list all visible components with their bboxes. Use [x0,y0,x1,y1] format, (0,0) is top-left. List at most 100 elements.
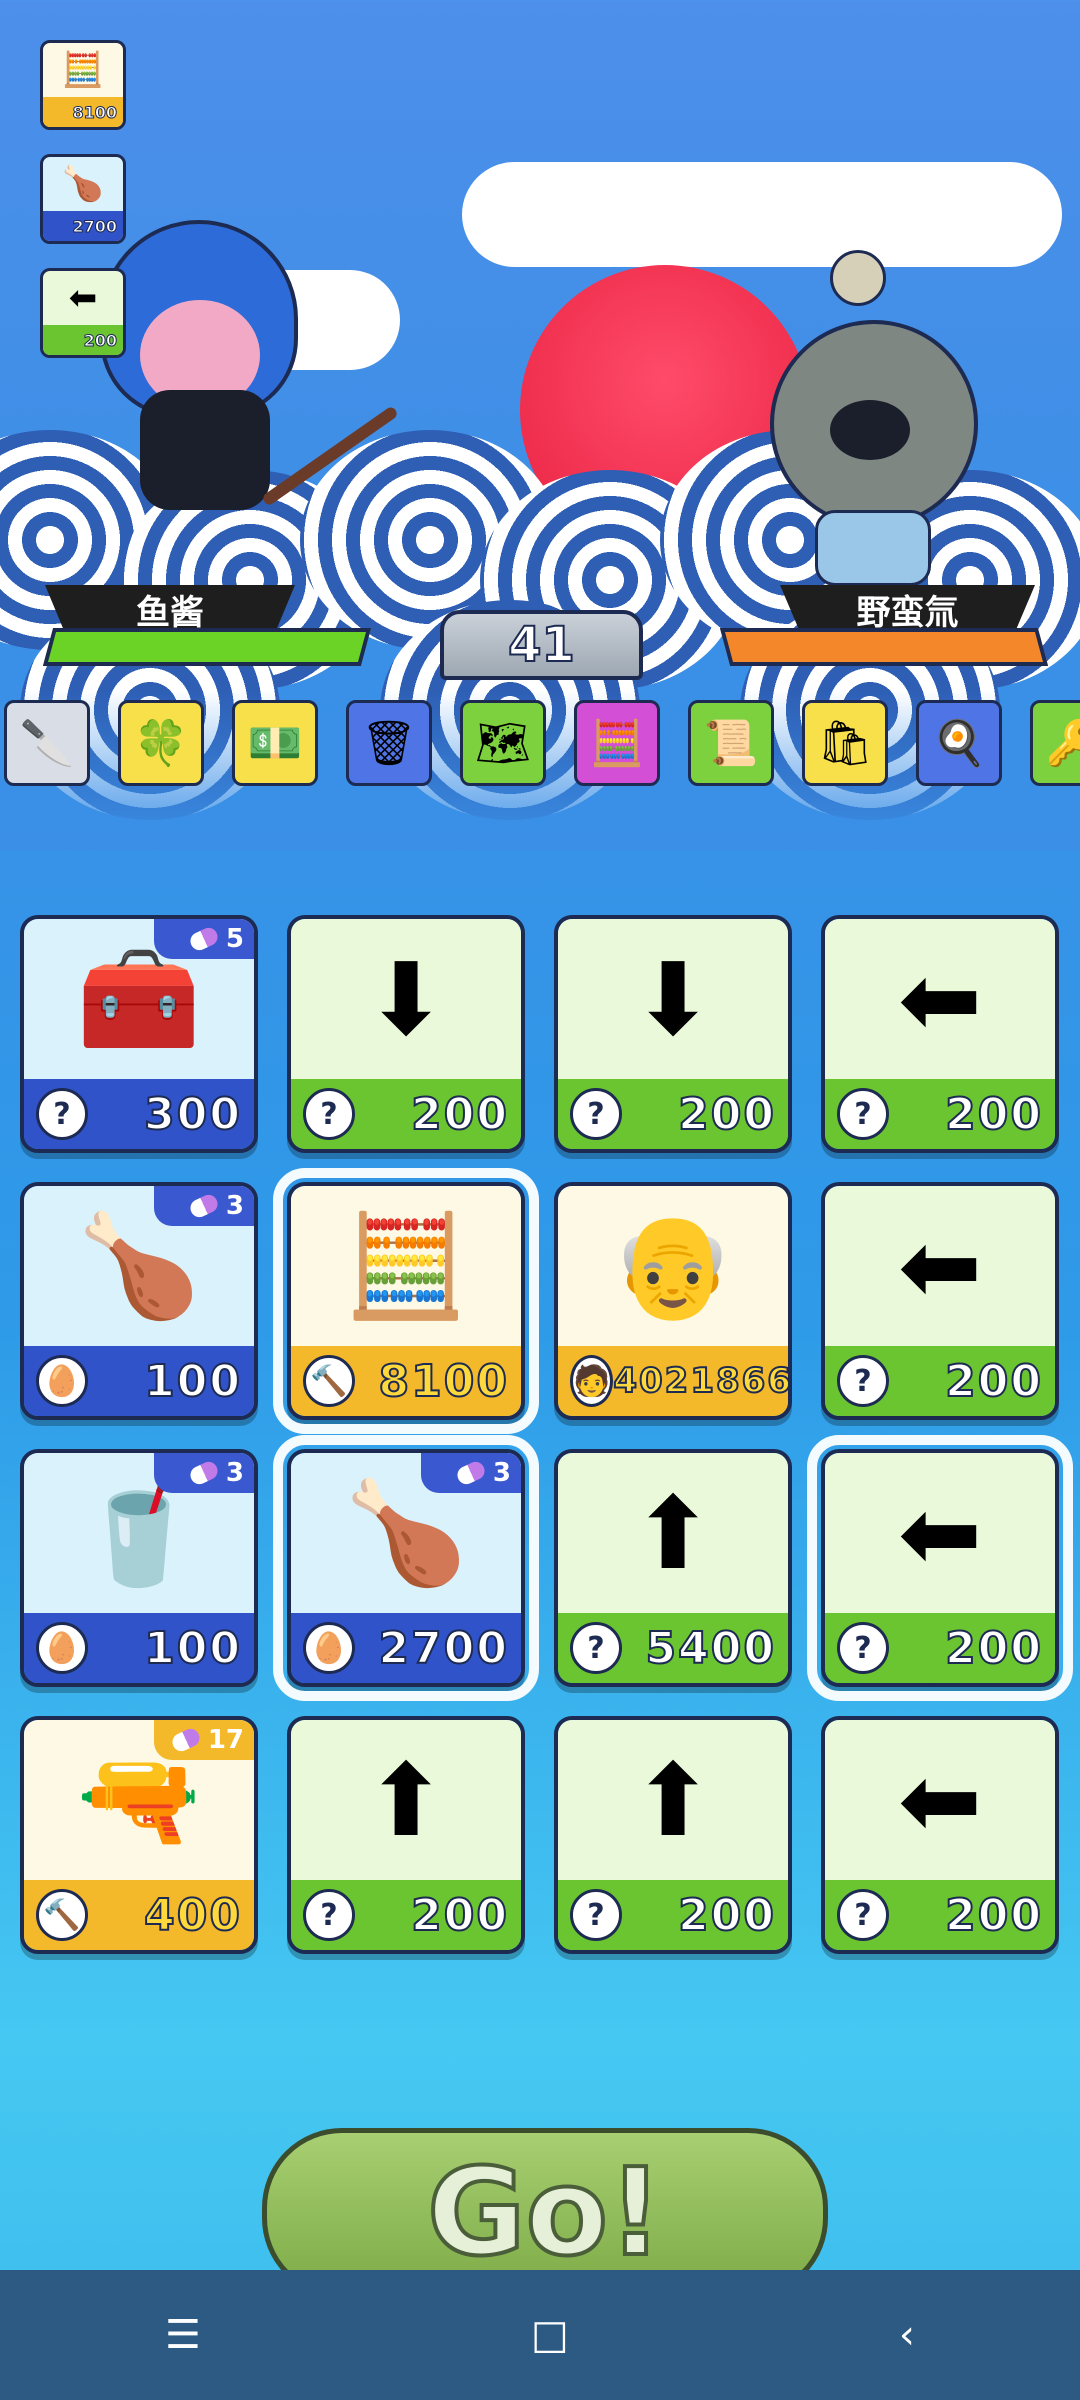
strip-item[interactable]: 💵 [232,700,318,786]
shop-card[interactable]: ⬆? 200 [554,1716,792,1954]
player-name-tag: 鱼酱 [45,585,295,633]
down-arrow-icon: ⬇ [631,940,715,1058]
enemy-health-bar [719,628,1049,666]
clover-icon: 🍀 [133,718,189,769]
strip-item[interactable]: 🗑 [346,700,432,786]
currency-icon: ? [303,1889,355,1941]
currency-icon: 🔨 [36,1889,88,1941]
left-arrow-icon: ⬅ [898,1741,982,1859]
currency-icon: 🧑 [570,1355,614,1407]
currency-icon: ? [36,1088,88,1140]
strip-item[interactable]: 🛍 [802,700,888,786]
shop-card[interactable]: ⬇? 200 [287,915,525,1153]
currency-icon: ? [837,1355,889,1407]
currency-icon: ? [570,1622,622,1674]
left-arrow-icon: ⬅ [898,1474,982,1592]
currency-icon: ? [303,1088,355,1140]
shopping-bag-icon: 🛍 [817,718,873,769]
shop-card[interactable]: 3 🥤 🥚 100 [20,1449,258,1687]
up-arrow-icon: ⬆ [631,1741,715,1859]
strip-item[interactable]: 🧮 [574,700,660,786]
stack-badge: 3 [154,1453,254,1493]
badge-count: 5 [225,924,244,954]
strip-item[interactable]: 🔪 [4,700,90,786]
cash-box-icon: 💵 [247,718,303,769]
cleaver-icon: 🔪 [19,718,75,769]
shop-card[interactable]: 3 🍗 🥚 2700 [273,1435,539,1701]
key-icon: 🔑 [1045,718,1080,769]
shop-card[interactable]: ⬅? 200 [821,915,1059,1153]
strip-item[interactable]: 🍀 [118,700,204,786]
map-icon: 🗺 [475,718,531,769]
shop-card[interactable]: 17 🔫 🔨 400 [20,1716,258,1954]
round-number: 41 [507,616,576,674]
shop-card[interactable]: 5 🧰? 300 [20,915,258,1153]
item-price: 200 [944,1889,1043,1942]
player-health-bar [42,628,372,666]
strip-item[interactable]: 📜 [688,700,774,786]
shop-card[interactable]: ⬆? 200 [287,1716,525,1954]
currency-icon: ? [837,1889,889,1941]
hud-item[interactable]: ⬅ 200 [40,268,126,358]
back-button[interactable]: ‹ [899,2312,915,2358]
currency-icon: ? [570,1889,622,1941]
shop-card[interactable]: 3 🍗 🥚 100 [20,1182,258,1420]
round-counter: 41 [440,610,643,680]
item-price: 200 [410,1889,509,1942]
menu-icon: ☰ [165,2312,201,2358]
stack-badge: 3 [421,1453,521,1493]
item-price: 4021866 [612,1360,792,1402]
item-price: 8100 [378,1355,509,1408]
player-character [60,210,399,540]
item-price: 200 [944,1088,1043,1141]
hud-item[interactable]: 🍗 2700 [40,154,126,244]
currency-icon: ? [570,1088,622,1140]
shop-card[interactable]: ⬆? 5400 [554,1449,792,1687]
home-button[interactable]: □ [531,2312,569,2358]
left-arrow-icon: ⬅ [68,278,98,318]
menu-button[interactable]: ☰ [165,2312,201,2358]
currency-icon: 🥚 [36,1355,88,1407]
left-arrow-icon: ⬅ [898,1207,982,1325]
up-arrow-icon: ⬆ [364,1741,448,1859]
abacus-icon: 🧮 [343,1207,469,1324]
item-price: 400 [143,1889,242,1942]
shop-card[interactable]: ⬅? 200 [821,1716,1059,1954]
certificate-icon: 📜 [703,718,759,769]
item-price: 100 [143,1622,242,1675]
currency-icon: ? [837,1622,889,1674]
item-price: 200 [677,1088,776,1141]
strip-item[interactable]: 🍳 [916,700,1002,786]
shop-card[interactable]: 🧮 🔨 8100 [273,1168,539,1434]
shop-card[interactable]: ⬅? 200 [807,1435,1073,1701]
left-arrow-icon: ⬅ [898,940,982,1058]
trash-can-icon: 🗑 [361,718,417,769]
badge-count: 17 [207,1725,244,1755]
item-price: 200 [677,1889,776,1942]
system-nav-bar: ☰ □ ‹ [0,2270,1080,2400]
shop-card[interactable]: ⬇? 200 [554,915,792,1153]
strip-item[interactable]: 🔑 [1030,700,1080,786]
enemy-name: 野蛮氚 [856,592,959,633]
item-price: 200 [944,1622,1043,1675]
enemy-name-tag: 野蛮氚 [780,585,1035,633]
down-arrow-icon: ⬇ [364,940,448,1058]
home-icon: □ [531,2312,569,2358]
player-name: 鱼酱 [136,592,204,633]
stack-badge: 5 [154,919,254,959]
strip-item[interactable]: 🗺 [460,700,546,786]
hud-item-value: 200 [43,325,123,355]
currency-icon: 🥚 [303,1622,355,1674]
currency-icon: 🥚 [36,1622,88,1674]
stack-badge: 17 [154,1720,254,1760]
badge-count: 3 [492,1458,511,1488]
stack-badge: 3 [154,1186,254,1226]
shop-card[interactable]: 👴 🧑 4021866 [554,1182,792,1420]
item-price: 200 [410,1088,509,1141]
shop-card[interactable]: ⬅? 200 [821,1182,1059,1420]
item-price: 5400 [645,1622,776,1675]
hud-item[interactable]: 🧮 8100 [40,40,126,130]
currency-icon: ? [837,1088,889,1140]
frying-pan-icon: 🍳 [931,718,987,769]
item-strip: 🔪 🍀 💵 🗑 🗺 🧮 📜 🛍 🍳 🔑 [4,700,1080,786]
